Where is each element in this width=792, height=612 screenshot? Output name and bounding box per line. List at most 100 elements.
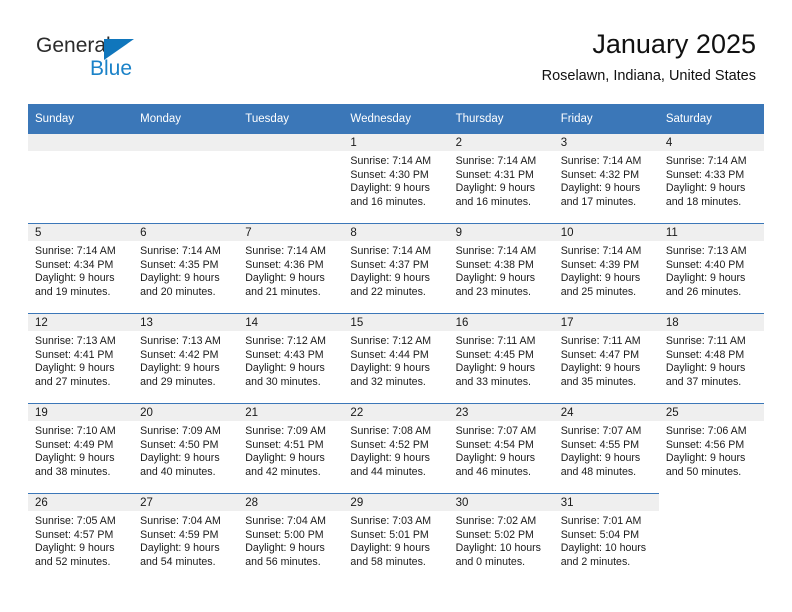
weekday-header-tuesday: Tuesday — [238, 104, 344, 134]
daylight-text-line1: Daylight: 9 hours — [560, 272, 641, 285]
calendar-day-cell[interactable]: 2 Sunrise: 7:14 AM Sunset: 4:31 PM Daylight… — [448, 133, 554, 224]
sunrise-text: Sunrise: 7:12 AM — [350, 335, 432, 347]
general-blue-logo[interactable]: General Blue — [36, 34, 236, 86]
day-details: Sunrise: 7:02 AM Sunset: 5:02 PM Daylight:… — [449, 511, 554, 569]
sunrise-text: Sunrise: 7:14 AM — [350, 155, 432, 167]
day-number: 23 — [448, 404, 554, 421]
calendar-day-cell[interactable]: 18 Sunrise: 7:11 AM Sunset: 4:48 PM Dayligh… — [658, 313, 764, 404]
sunset-text: Sunset: 5:04 PM — [560, 528, 640, 541]
calendar-day-cell[interactable]: 4 Sunrise: 7:14 AM Sunset: 4:33 PM Daylight… — [658, 133, 764, 224]
day-details: Sunrise: 7:14 AM Sunset: 4:33 PM Daylight:… — [659, 151, 764, 209]
calendar-day-cell[interactable]: 12 Sunrise: 7:13 AM Sunset: 4:41 PM Dayligh… — [28, 313, 134, 404]
sunrise-text: Sunrise: 7:01 AM — [560, 515, 642, 527]
sunrise-text: Sunrise: 7:08 AM — [350, 425, 432, 437]
daylight-text-line2: and 58 minutes. — [350, 555, 426, 568]
day-details: Sunrise: 7:13 AM Sunset: 4:42 PM Daylight:… — [133, 331, 238, 389]
daylight-text-line1: Daylight: 10 hours — [560, 542, 647, 555]
calendar-week-row: 19 Sunrise: 7:10 AM Sunset: 4:49 PM Dayligh… — [28, 403, 764, 494]
weekday-header-wednesday: Wednesday — [343, 104, 449, 134]
calendar-cell-empty[interactable] — [28, 133, 134, 224]
daylight-text-line1: Daylight: 9 hours — [455, 272, 536, 285]
calendar-day-cell[interactable]: 30 Sunrise: 7:02 AM Sunset: 5:02 PM Dayligh… — [448, 493, 554, 583]
daylight-text-line1: Daylight: 9 hours — [665, 272, 746, 285]
calendar-day-cell[interactable]: 11 Sunrise: 7:13 AM Sunset: 4:40 PM Dayligh… — [658, 223, 764, 314]
day-details: Sunrise: 7:11 AM Sunset: 4:47 PM Daylight:… — [554, 331, 659, 389]
weekday-header-saturday: Saturday — [658, 104, 764, 134]
calendar-day-cell[interactable]: 1 Sunrise: 7:14 AM Sunset: 4:30 PM Daylight… — [343, 133, 449, 224]
daylight-text-line2: and 16 minutes. — [350, 195, 426, 208]
day-number: 19 — [28, 404, 134, 421]
day-details: Sunrise: 7:13 AM Sunset: 4:40 PM Daylight:… — [659, 241, 764, 299]
calendar-day-cell[interactable]: 28 Sunrise: 7:04 AM Sunset: 5:00 PM Dayligh… — [238, 493, 344, 583]
calendar-day-cell[interactable]: 20 Sunrise: 7:09 AM Sunset: 4:50 PM Dayligh… — [133, 403, 239, 494]
daylight-text-line2: and 48 minutes. — [560, 465, 637, 478]
sunrise-text: Sunrise: 7:14 AM — [560, 245, 642, 257]
calendar-day-cell[interactable]: 9 Sunrise: 7:14 AM Sunset: 4:38 PM Daylight… — [448, 223, 554, 314]
daylight-text-line2: and 19 minutes. — [35, 285, 111, 298]
calendar-day-cell[interactable]: 15 Sunrise: 7:12 AM Sunset: 4:44 PM Dayligh… — [343, 313, 449, 404]
sunset-text: Sunset: 4:48 PM — [665, 348, 745, 361]
calendar-day-cell[interactable]: 14 Sunrise: 7:12 AM Sunset: 4:43 PM Dayligh… — [238, 313, 344, 404]
calendar-day-cell[interactable]: 31 Sunrise: 7:01 AM Sunset: 5:04 PM Dayligh… — [553, 493, 659, 583]
daylight-text-line2: and 44 minutes. — [350, 465, 426, 478]
calendar-day-cell[interactable]: 17 Sunrise: 7:11 AM Sunset: 4:47 PM Dayligh… — [553, 313, 659, 404]
sunset-text: Sunset: 4:52 PM — [350, 438, 429, 451]
day-number: 20 — [133, 404, 239, 421]
calendar-day-cell[interactable]: 16 Sunrise: 7:11 AM Sunset: 4:45 PM Dayligh… — [448, 313, 554, 404]
daylight-text-line1: Daylight: 9 hours — [35, 272, 115, 285]
sunset-text: Sunset: 4:42 PM — [140, 348, 219, 361]
sunrise-text: Sunrise: 7:09 AM — [245, 425, 326, 437]
day-number: 3 — [553, 134, 659, 151]
daylight-text-line2: and 56 minutes. — [245, 555, 321, 568]
daylight-text-line1: Daylight: 9 hours — [560, 362, 641, 375]
sunrise-text: Sunrise: 7:14 AM — [665, 155, 747, 167]
sunset-text: Sunset: 4:57 PM — [35, 528, 114, 541]
daylight-text-line2: and 35 minutes. — [560, 375, 637, 388]
calendar-day-cell[interactable]: 13 Sunrise: 7:13 AM Sunset: 4:42 PM Dayligh… — [133, 313, 239, 404]
day-number: 16 — [448, 314, 554, 331]
daylight-text-line1: Daylight: 9 hours — [350, 182, 430, 195]
calendar-day-cell[interactable]: 3 Sunrise: 7:14 AM Sunset: 4:32 PM Daylight… — [553, 133, 659, 224]
calendar-day-cell[interactable]: 25 Sunrise: 7:06 AM Sunset: 4:56 PM Dayligh… — [658, 403, 764, 494]
sunset-text: Sunset: 4:55 PM — [560, 438, 640, 451]
sunset-text: Sunset: 4:50 PM — [140, 438, 219, 451]
calendar-cell-empty[interactable] — [133, 133, 239, 224]
page-header: General Blue January 2025 Roselawn, Indi… — [0, 0, 792, 100]
daylight-text-line2: and 20 minutes. — [140, 285, 216, 298]
calendar-day-cell[interactable]: 19 Sunrise: 7:10 AM Sunset: 4:49 PM Dayligh… — [28, 403, 134, 494]
calendar-day-cell[interactable]: 8 Sunrise: 7:14 AM Sunset: 4:37 PM Daylight… — [343, 223, 449, 314]
sunrise-text: Sunrise: 7:06 AM — [665, 425, 747, 437]
daylight-text-line2: and 22 minutes. — [350, 285, 426, 298]
calendar-day-cell[interactable]: 6 Sunrise: 7:14 AM Sunset: 4:35 PM Daylight… — [133, 223, 239, 314]
day-details: Sunrise: 7:01 AM Sunset: 5:04 PM Daylight:… — [554, 511, 659, 569]
calendar-day-cell[interactable]: 24 Sunrise: 7:07 AM Sunset: 4:55 PM Dayligh… — [553, 403, 659, 494]
daylight-text-line1: Daylight: 9 hours — [245, 452, 325, 465]
daylight-text-line2: and 50 minutes. — [665, 465, 742, 478]
sunrise-text: Sunrise: 7:14 AM — [245, 245, 326, 257]
day-number: 21 — [238, 404, 344, 421]
day-number: 6 — [133, 224, 239, 241]
calendar-day-cell[interactable]: 5 Sunrise: 7:14 AM Sunset: 4:34 PM Daylight… — [28, 223, 134, 314]
calendar-day-cell[interactable]: 29 Sunrise: 7:03 AM Sunset: 5:01 PM Dayligh… — [343, 493, 449, 583]
daylight-text-line2: and 16 minutes. — [455, 195, 531, 208]
sunrise-text: Sunrise: 7:10 AM — [35, 425, 116, 437]
daylight-text-line2: and 33 minutes. — [455, 375, 531, 388]
calendar-day-cell[interactable]: 22 Sunrise: 7:08 AM Sunset: 4:52 PM Dayligh… — [343, 403, 449, 494]
day-number: 2 — [448, 134, 554, 151]
sunrise-text: Sunrise: 7:09 AM — [140, 425, 221, 437]
sunset-text: Sunset: 4:43 PM — [245, 348, 324, 361]
sunset-text: Sunset: 4:32 PM — [560, 168, 640, 181]
calendar-day-cell[interactable]: 27 Sunrise: 7:04 AM Sunset: 4:59 PM Dayligh… — [133, 493, 239, 583]
page-subtitle: Roselawn, Indiana, United States — [541, 68, 756, 84]
calendar-day-cell[interactable]: 23 Sunrise: 7:07 AM Sunset: 4:54 PM Dayligh… — [448, 403, 554, 494]
daylight-text-line2: and 54 minutes. — [140, 555, 216, 568]
calendar-day-cell[interactable]: 21 Sunrise: 7:09 AM Sunset: 4:51 PM Dayligh… — [238, 403, 344, 494]
day-details: Sunrise: 7:14 AM Sunset: 4:38 PM Daylight:… — [449, 241, 554, 299]
calendar-day-cell[interactable]: 10 Sunrise: 7:14 AM Sunset: 4:39 PM Dayligh… — [553, 223, 659, 314]
calendar-day-cell[interactable]: 7 Sunrise: 7:14 AM Sunset: 4:36 PM Daylight… — [238, 223, 344, 314]
daylight-text-line1: Daylight: 9 hours — [350, 272, 430, 285]
sunset-text: Sunset: 4:45 PM — [455, 348, 534, 361]
calendar-day-cell[interactable]: 26 Sunrise: 7:05 AM Sunset: 4:57 PM Dayligh… — [28, 493, 134, 583]
day-number: 8 — [343, 224, 449, 241]
calendar-cell-empty[interactable] — [238, 133, 344, 224]
